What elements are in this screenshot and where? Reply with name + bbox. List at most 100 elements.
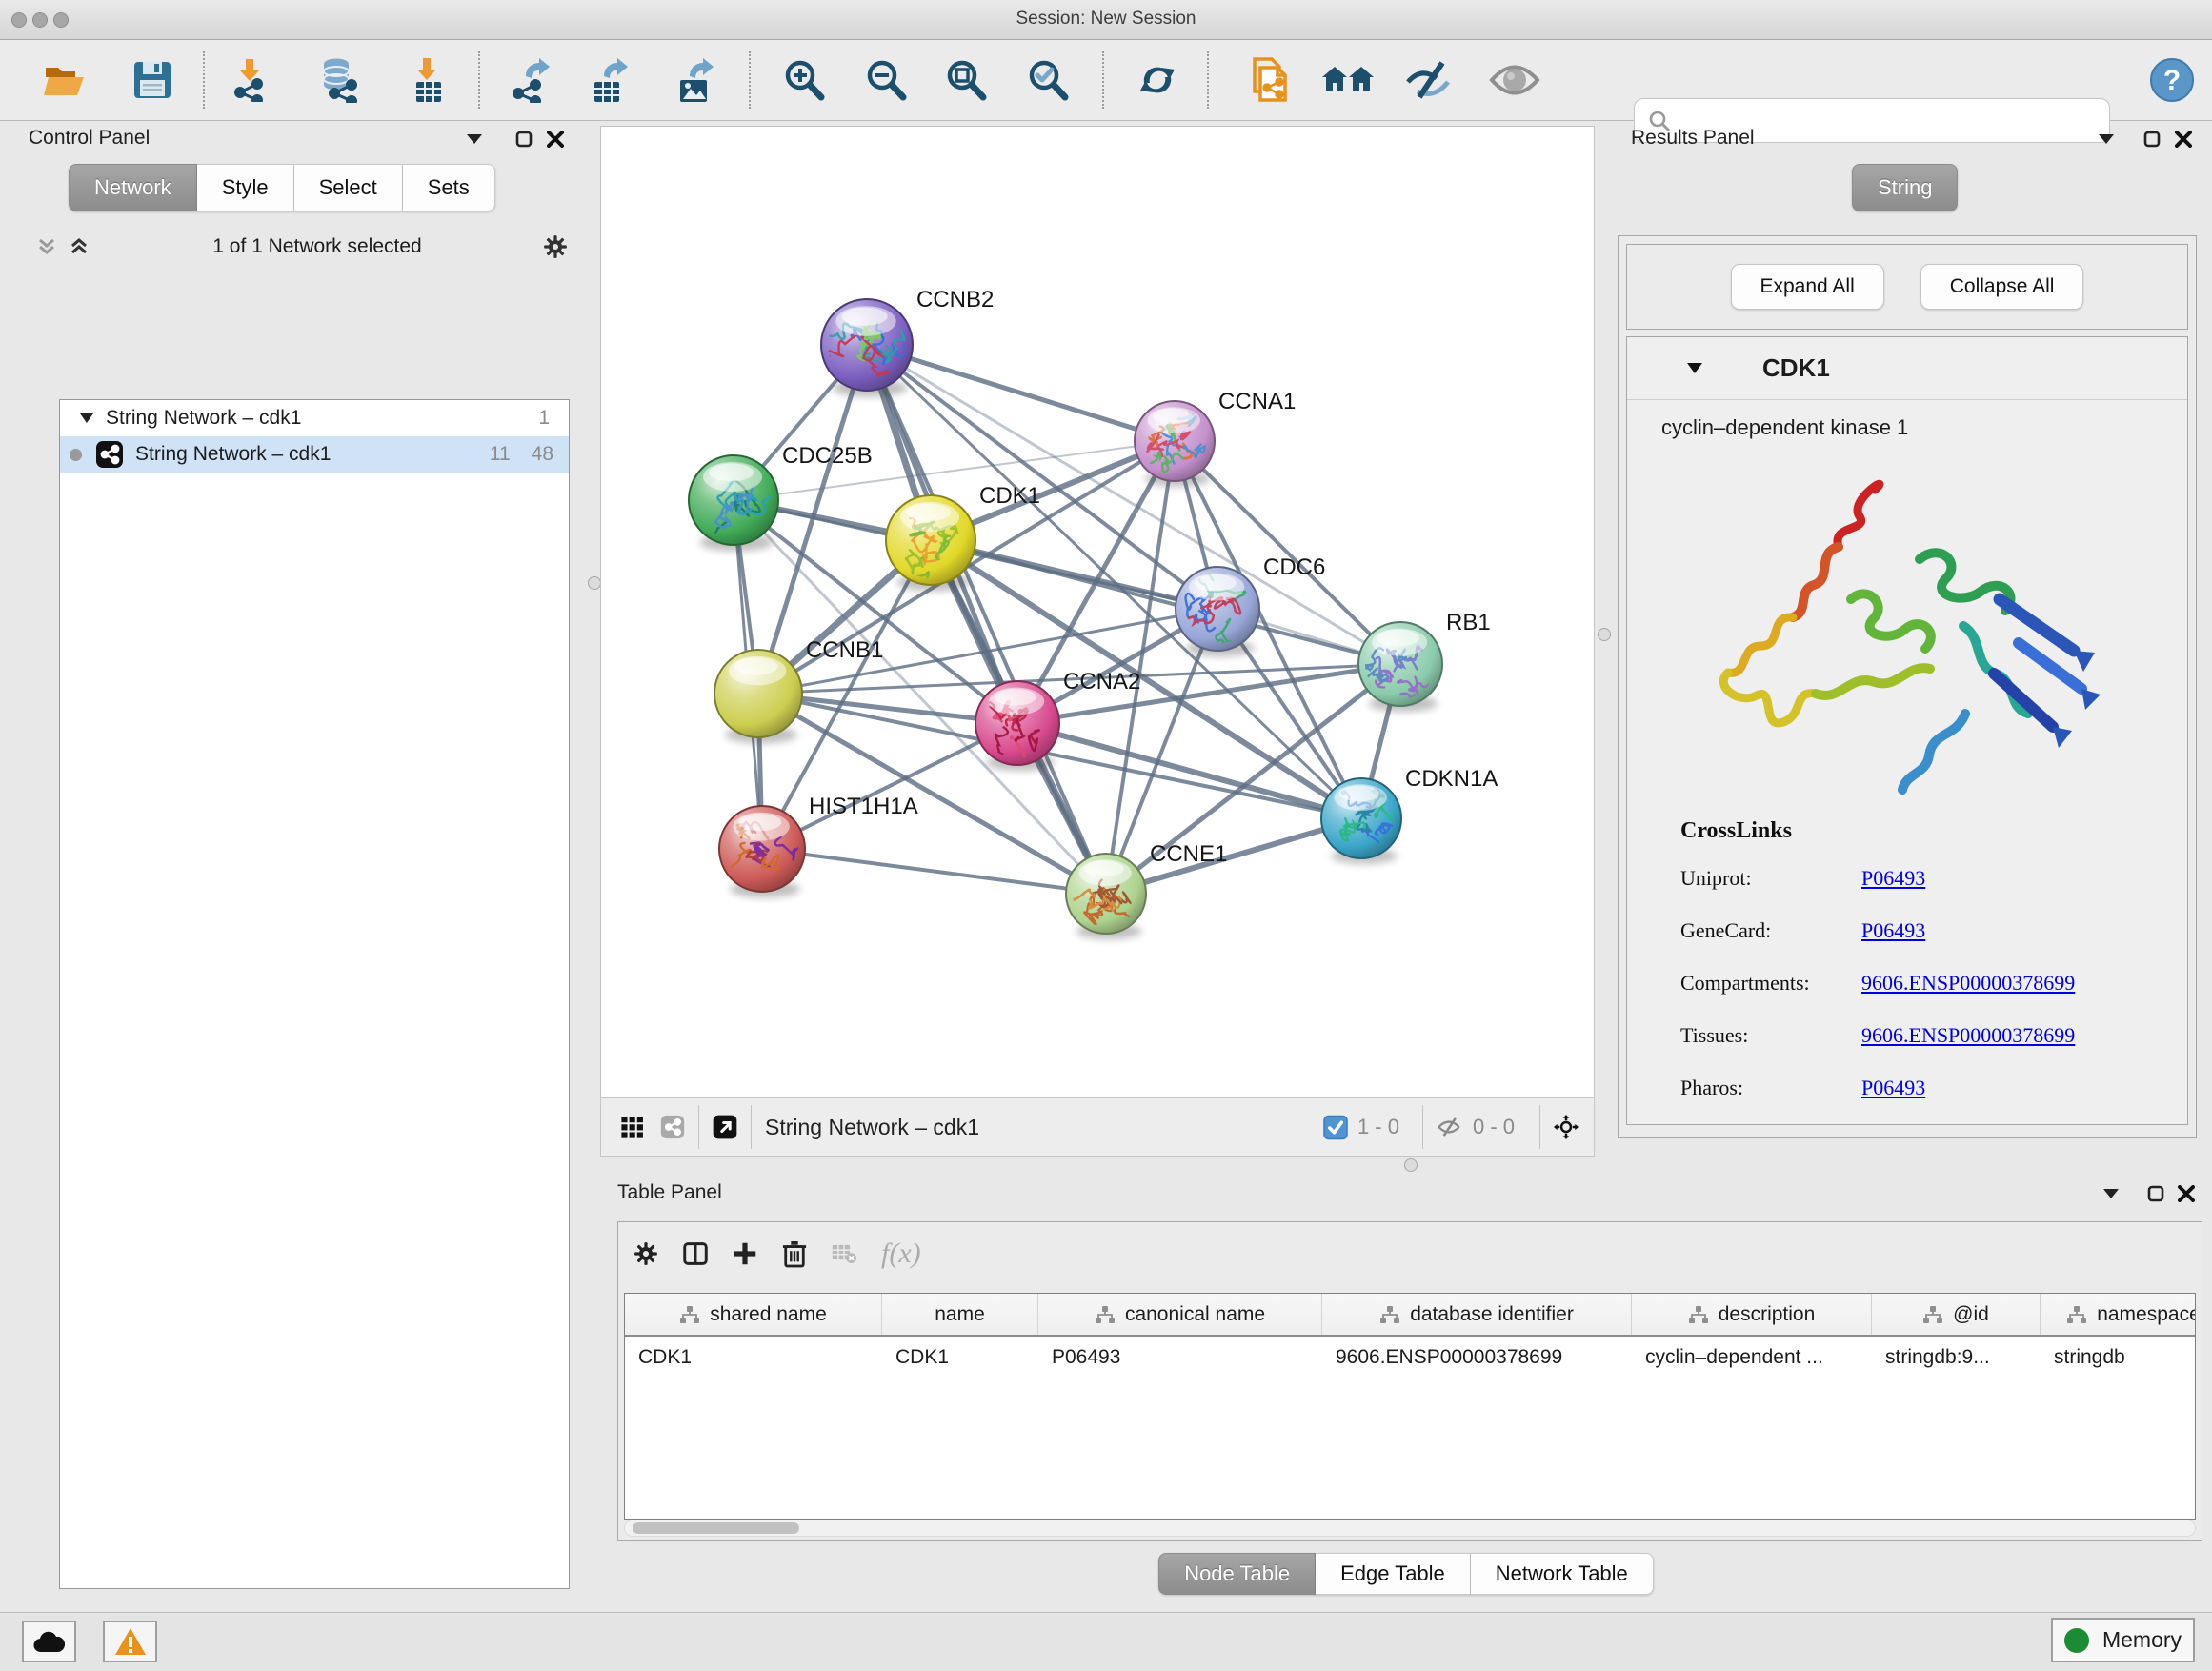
help-button[interactable]: ?	[2144, 52, 2200, 108]
table-panel-menu-button[interactable]	[2099, 1181, 2123, 1206]
show-columns-button[interactable]	[683, 1241, 708, 1266]
tab-style[interactable]: Style	[197, 164, 294, 211]
tab-string[interactable]: String	[1852, 164, 1958, 211]
delete-column-button[interactable]	[782, 1241, 807, 1266]
memory-button[interactable]: Memory	[2051, 1618, 2195, 1662]
hide-panel-button[interactable]	[1401, 52, 1457, 108]
network-node-CDKN1A[interactable]: CDKN1A	[1321, 766, 1498, 864]
table-cell[interactable]: CDK1	[882, 1337, 1038, 1379]
network-label: String Network – cdk1	[135, 443, 331, 466]
warnings-button[interactable]	[103, 1621, 157, 1662]
column-header-description[interactable]: description	[1632, 1294, 1872, 1335]
right-splitter-handle[interactable]	[1598, 628, 1611, 641]
export-table-button[interactable]	[582, 52, 637, 108]
import-network-from-database-button[interactable]	[312, 52, 367, 108]
network-selection-summary: 1 of 1 Network selected	[91, 235, 543, 258]
control-panel-float-button[interactable]	[512, 127, 536, 151]
export-image-button[interactable]	[668, 52, 723, 108]
float-window-icon	[2143, 131, 2161, 148]
first-neighbors-button[interactable]	[1320, 52, 1376, 108]
zoom-fit-button[interactable]	[938, 52, 994, 108]
column-header-namespace[interactable]: namespace	[2041, 1294, 2196, 1335]
table-cell[interactable]: P06493	[1038, 1337, 1322, 1379]
tab-edge-table[interactable]: Edge Table	[1316, 1553, 1471, 1595]
tab-sets[interactable]: Sets	[403, 164, 495, 211]
network-edge-CDK1-RB1[interactable]	[931, 540, 1400, 664]
add-column-button[interactable]	[733, 1241, 757, 1266]
memory-label: Memory	[2102, 1627, 2182, 1653]
network-node-CCNE1[interactable]: CCNE1	[1066, 841, 1227, 939]
results-panel-float-button[interactable]	[2140, 127, 2164, 151]
status-bar: Memory	[0, 1612, 2212, 1671]
cloud-status-button[interactable]	[22, 1621, 76, 1662]
table-cell[interactable]: 9606.ENSP00000378699	[1322, 1337, 1632, 1379]
network-list-options-button[interactable]	[543, 234, 568, 259]
crosslink-link[interactable]: P06493	[1861, 918, 1925, 943]
table-row[interactable]: CDK1CDK1P064939606.ENSP00000378699cyclin…	[625, 1337, 2195, 1379]
tab-select[interactable]: Select	[294, 164, 403, 211]
zoom-in-button[interactable]	[776, 52, 832, 108]
tab-network[interactable]: Network	[69, 164, 197, 211]
expand-all-tree-button[interactable]	[67, 234, 91, 259]
import-table-button[interactable]	[401, 52, 456, 108]
zoom-fit-icon	[944, 58, 988, 102]
crosslink-link[interactable]: 9606.ENSP00000378699	[1861, 971, 2075, 996]
crosslink-link[interactable]: P06493	[1861, 866, 1925, 891]
fit-content-button[interactable]	[1554, 1115, 1579, 1139]
cdk1-section-header[interactable]: CDK1	[1627, 337, 2187, 400]
table-panel-float-button[interactable]	[2143, 1181, 2168, 1206]
network-canvas[interactable]: CCNB2CCNA1CDC25BCDK1CDC6RB1CCNB1CCNA2CDK…	[600, 126, 1595, 1097]
results-panel-close-button[interactable]	[2171, 127, 2196, 151]
show-panel-button[interactable]	[1487, 52, 1542, 108]
import-network-button[interactable]	[222, 52, 277, 108]
network-node-CCNA1[interactable]: CCNA1	[1135, 389, 1296, 487]
network-collection-row[interactable]: String Network – cdk1 1	[60, 400, 569, 436]
network-node-RB1[interactable]: RB1	[1358, 610, 1491, 712]
results-panel-menu-button[interactable]	[2094, 127, 2119, 151]
column-header-database-identifier[interactable]: database identifier	[1322, 1294, 1632, 1335]
selected-checkbox[interactable]	[1323, 1115, 1348, 1139]
network-view-share-button[interactable]	[660, 1115, 685, 1139]
shared-column-icon	[1688, 1305, 1709, 1324]
network-edge-HIST1H1A-CCNE1[interactable]	[762, 849, 1106, 894]
zoom-selected-button[interactable]	[1020, 52, 1076, 108]
table-horizontal-scrollbar[interactable]	[624, 1520, 2196, 1537]
network-edge-CCNB2-CCNA1[interactable]	[867, 345, 1175, 441]
table-cell[interactable]: stringdb:9...	[1872, 1337, 2041, 1379]
horizontal-splitter-handle[interactable]	[1404, 1158, 1418, 1172]
network-node-HIST1H1A[interactable]: HIST1H1A	[719, 794, 918, 897]
export-network-button[interactable]	[502, 52, 557, 108]
left-splitter-handle[interactable]	[588, 576, 601, 590]
column-header--id[interactable]: @id	[1872, 1294, 2041, 1335]
zoom-out-button[interactable]	[858, 52, 914, 108]
collapse-all-button[interactable]: Collapse All	[1920, 264, 2084, 310]
table-panel-close-button[interactable]	[2174, 1181, 2199, 1206]
tab-node-table[interactable]: Node Table	[1158, 1553, 1316, 1595]
tab-network-table[interactable]: Network Table	[1471, 1553, 1654, 1595]
hidden-elements-button[interactable]	[1437, 1115, 1461, 1139]
crosslink-link[interactable]: P06493	[1861, 1076, 1925, 1100]
control-panel-menu-button[interactable]	[462, 127, 487, 151]
column-header-name[interactable]: name	[882, 1294, 1038, 1335]
table-cell[interactable]: stringdb	[2041, 1337, 2196, 1379]
table-options-button[interactable]	[633, 1241, 658, 1266]
table-cell[interactable]: cyclin–dependent ...	[1632, 1337, 1872, 1379]
refresh-button[interactable]	[1130, 52, 1185, 108]
network-row-selected[interactable]: String Network – cdk1 11 48	[60, 436, 569, 473]
column-header-canonical-name[interactable]: canonical name	[1038, 1294, 1322, 1335]
window-titlebar: Session: New Session	[0, 0, 2212, 40]
table-cell[interactable]: CDK1	[625, 1337, 882, 1379]
crosslink-link[interactable]: 9606.ENSP00000378699	[1861, 1023, 2075, 1048]
open-session-button[interactable]	[37, 52, 92, 108]
grid-view-button[interactable]	[620, 1115, 645, 1139]
detach-view-button[interactable]	[713, 1115, 737, 1139]
collapse-all-tree-button[interactable]	[34, 234, 59, 259]
expand-all-button[interactable]: Expand All	[1731, 264, 1884, 310]
scrollbar-thumb[interactable]	[633, 1522, 799, 1534]
chevron-down-icon	[466, 133, 483, 145]
crosslink-label: Uniprot:	[1680, 866, 1861, 891]
save-session-button[interactable]	[125, 52, 180, 108]
column-header-shared-name[interactable]: shared name	[625, 1294, 882, 1335]
control-panel-close-button[interactable]	[543, 127, 568, 151]
clone-network-button[interactable]	[1242, 52, 1297, 108]
